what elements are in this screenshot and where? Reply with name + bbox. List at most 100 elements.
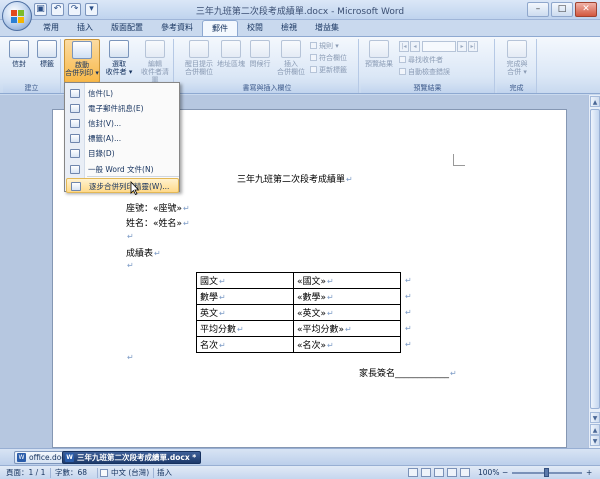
insert-mode-status[interactable]: 插入 [157, 466, 172, 479]
group-label-write-insert: 書寫與插入欄位 [176, 83, 358, 93]
tab-5[interactable]: 校閱 [238, 20, 272, 36]
vertical-scrollbar[interactable]: ▲ ▼ ▲ ▼ [588, 95, 600, 448]
start-mail-merge-button[interactable]: 啟動 合併列印 ▾ [64, 39, 100, 83]
edit-recipient-list-button[interactable]: 編輯 收件者清單 [138, 39, 172, 84]
proofing-icon[interactable] [100, 469, 108, 477]
menu-item-0[interactable]: 信件(L) [66, 86, 179, 101]
empty-paragraph[interactable]: ↵ [126, 353, 134, 363]
empty-paragraph[interactable]: ↵ [126, 261, 134, 271]
web-layout-view-icon[interactable] [434, 468, 444, 477]
menu-item-label: 目錄(D) [88, 149, 115, 158]
subject-cell[interactable]: 名次↵ [196, 336, 294, 353]
draft-view-icon[interactable] [460, 468, 470, 477]
scroll-up-icon[interactable]: ▲ [590, 96, 600, 107]
merge-field-cell[interactable]: «名次»↵ [293, 336, 401, 353]
row-end-mark: ↵ [405, 291, 412, 301]
scroll-down-icon[interactable]: ▼ [590, 412, 600, 423]
subject-cell[interactable]: 英文↵ [196, 304, 294, 321]
menu-item-5[interactable]: 一般 Word 文件(N) [66, 162, 179, 177]
zoom-level[interactable]: 100% [478, 466, 499, 479]
insert-merge-field-button[interactable]: 插入 合併欄位 [276, 39, 306, 81]
outline-view-icon[interactable] [447, 468, 457, 477]
tab-4[interactable]: 郵件 [202, 20, 238, 36]
next-page-icon[interactable]: ▼ [590, 435, 600, 446]
group-preview-results: 預覽結果 |◂ ◂ ▸ ▸| 尋找收件者 自動檢查錯誤 預覽結果 [361, 39, 495, 93]
menu-item-1[interactable]: 電子郵件訊息(E) [66, 101, 179, 116]
full-screen-reading-view-icon[interactable] [421, 468, 431, 477]
tab-2[interactable]: 版面配置 [102, 20, 152, 36]
merge-field-cell[interactable]: «數學»↵ [293, 288, 401, 305]
menu-item-2[interactable]: 信封(V)... [66, 116, 179, 131]
finish-merge-button[interactable]: 完成與 合併 ▾ [501, 39, 533, 81]
address-block-button[interactable]: 地址區塊 [216, 39, 246, 81]
group-label-create: 建立 [3, 83, 60, 93]
empty-paragraph[interactable]: ↵ [126, 232, 134, 242]
word-doc-icon: W [17, 453, 26, 462]
tab-6[interactable]: 檢視 [272, 20, 306, 36]
zoom-slider-thumb[interactable] [544, 468, 549, 477]
tab-3[interactable]: 參考資料 [152, 20, 202, 36]
previous-record-button[interactable]: ◂ [410, 41, 420, 52]
find-recipient-button[interactable]: 尋找收件者 [399, 55, 443, 65]
merge-field-cell[interactable]: «英文»↵ [293, 304, 401, 321]
highlight-icon [189, 40, 209, 58]
student-name-line[interactable]: 姓名：«姓名»↵ [126, 216, 190, 229]
envelopes-icon [70, 119, 80, 128]
row-end-mark: ↵ [405, 275, 412, 285]
doc-tab-current[interactable]: W 三年九班第二次段考成績單.docx * [62, 451, 202, 464]
previous-page-icon[interactable]: ▲ [590, 424, 600, 435]
next-record-button[interactable]: ▸ [457, 41, 467, 52]
maximize-button[interactable]: □ [551, 2, 573, 17]
record-number-input[interactable] [422, 41, 456, 52]
scrollbar-thumb[interactable] [590, 109, 600, 409]
preview-results-button[interactable]: 預覽結果 [362, 39, 396, 81]
menu-item-6[interactable]: 逐步合併列印精靈(W)... [66, 178, 179, 193]
language-status[interactable]: 中文 (台灣) [111, 466, 149, 479]
match-fields-button[interactable]: 符合欄位 [310, 53, 347, 63]
parent-signature-line[interactable]: 家長簽名____________↵ [359, 366, 457, 379]
print-layout-view-icon[interactable] [408, 468, 418, 477]
office-button[interactable] [2, 1, 32, 31]
highlight-merge-fields-button[interactable]: 醒目提示 合併欄位 [182, 39, 216, 81]
letters-icon [70, 89, 80, 98]
labels-icon [37, 40, 57, 58]
margin-corner-mark [453, 154, 465, 166]
email-message-icon [70, 104, 80, 113]
menu-item-4[interactable]: 目錄(D) [66, 146, 179, 161]
word-count[interactable]: 字數：68 [55, 466, 87, 479]
auto-check-errors-button[interactable]: 自動檢查錯誤 [399, 67, 450, 77]
envelopes-button[interactable]: 信封 [4, 39, 34, 81]
score-table-title[interactable]: 成績表↵ [126, 246, 161, 259]
close-button[interactable]: ✕ [575, 2, 597, 17]
minimize-button[interactable]: – [527, 2, 549, 17]
update-labels-button[interactable]: 更新標籤 [310, 65, 347, 75]
subject-cell[interactable]: 數學↵ [196, 288, 294, 305]
zoom-out-button[interactable]: − [502, 466, 508, 479]
last-record-button[interactable]: ▸| [468, 41, 478, 52]
document-heading[interactable]: 三年九班第二次段考成績單↵ [237, 172, 353, 185]
tab-1[interactable]: 插入 [68, 20, 102, 36]
row-end-mark: ↵ [405, 339, 412, 349]
merge-field-cell[interactable]: «平均分數»↵ [293, 320, 401, 337]
subject-cell[interactable]: 國文↵ [196, 272, 294, 289]
page-count[interactable]: 頁面：1 / 1 [6, 466, 45, 479]
subject-cell[interactable]: 平均分數↵ [196, 320, 294, 337]
zoom-in-button[interactable]: + [586, 466, 592, 479]
menu-item-label: 電子郵件訊息(E) [88, 104, 144, 113]
document-switcher-bar: W office.doc... W 三年九班第二次段考成績單.docx * [0, 448, 600, 465]
first-record-button[interactable]: |◂ [399, 41, 409, 52]
rules-button[interactable]: 規則 ▾ [310, 41, 339, 51]
labels-button[interactable]: 標籤 [32, 39, 62, 81]
tab-7[interactable]: 增益集 [306, 20, 348, 36]
edit-list-icon [145, 40, 165, 58]
tab-0[interactable]: 常用 [34, 20, 68, 36]
update-labels-icon [310, 66, 317, 73]
merge-field-cell[interactable]: «國文»↵ [293, 272, 401, 289]
menu-item-3[interactable]: 標籤(A)... [66, 131, 179, 146]
select-recipients-button[interactable]: 選取 收件者 ▾ [102, 39, 136, 81]
greeting-line-button[interactable]: 問候行 [246, 39, 274, 81]
row-end-mark: ↵ [405, 323, 412, 333]
word-doc-icon: W [65, 453, 74, 462]
mouse-cursor-icon [130, 181, 140, 195]
seat-number-line[interactable]: 座號：«座號»↵ [126, 201, 190, 214]
